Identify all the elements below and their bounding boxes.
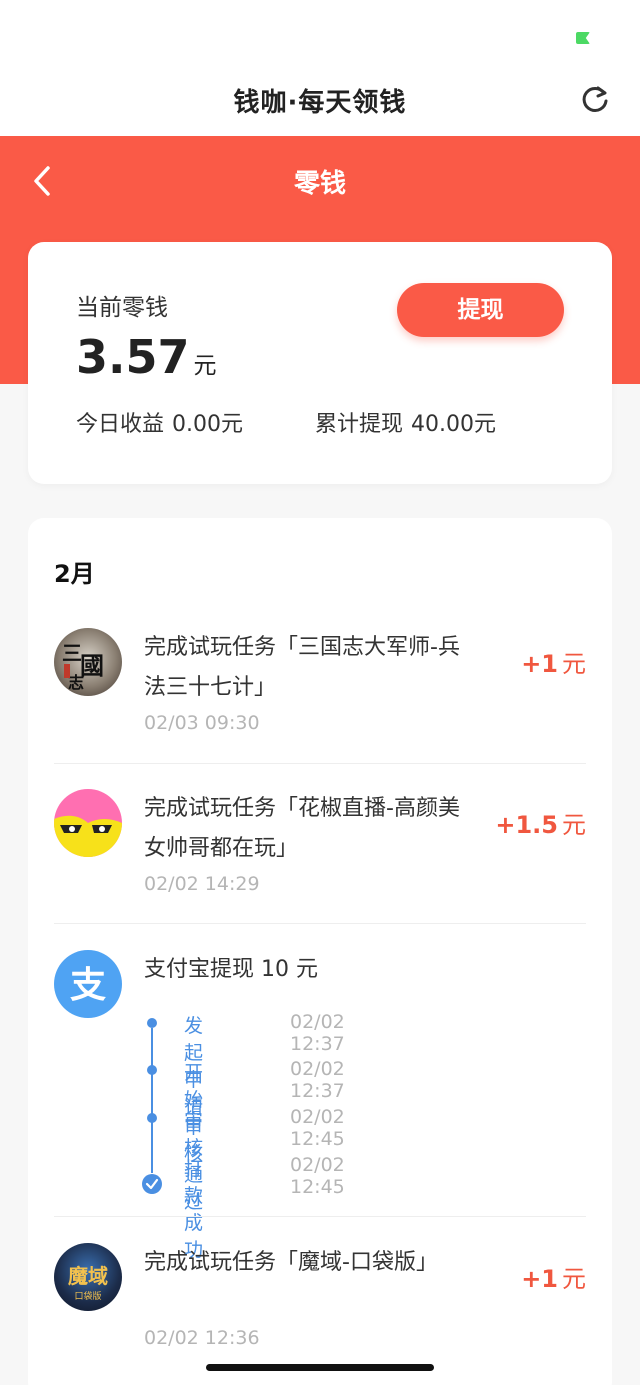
status-bar [0, 0, 640, 70]
balance-card: 当前零钱 3.57 元 提现 今日收益 0.00元 累计提现 40.00元 [28, 242, 612, 484]
record-time: 02/02 14:29 [144, 873, 260, 895]
record-title: 支付宝提现 10 元 [144, 957, 318, 982]
record-amount: +1 元 [521, 1259, 586, 1294]
moyu-game-icon: 魔域 口袋版 [54, 1243, 122, 1311]
balance-unit: 元 [193, 353, 217, 379]
list-item[interactable]: 魔域 口袋版 完成试玩任务「魔域-口袋版」 02/02 12:36 +1 元 [54, 1243, 586, 1363]
huajiao-live-icon [54, 789, 122, 857]
today-earnings-label: 今日收益 [76, 412, 165, 437]
today-earnings-value: 0.00元 [172, 412, 244, 437]
svg-text:口袋版: 口袋版 [74, 1290, 101, 1302]
record-title: 完成试玩任务「三国志大军师-兵法三十七计」 [144, 635, 460, 700]
timeline-step-time: 02/02 12:45 [290, 1154, 345, 1198]
timeline-dot [147, 1113, 157, 1123]
timeline-dot [147, 1065, 157, 1075]
timeline-dot [147, 1018, 157, 1028]
balance-value: 3.57 [76, 330, 190, 384]
sanguozhi-game-icon: 三 國 志 [54, 628, 122, 696]
record-amount-value: +1 [521, 1265, 558, 1293]
divider [54, 1216, 586, 1217]
record-amount: +1 元 [521, 644, 586, 679]
svg-text:志: 志 [68, 673, 84, 692]
balance-label: 当前零钱 [76, 295, 168, 321]
page-title: 零钱 [293, 169, 346, 199]
record-amount-value: +1.5 [495, 811, 558, 839]
record-amount-unit: 元 [562, 1265, 586, 1293]
divider [54, 763, 586, 764]
svg-text:三: 三 [62, 641, 82, 665]
list-item[interactable]: 三 國 志 完成试玩任务「三国志大军师-兵法三十七计」 02/03 09:30 … [54, 628, 586, 748]
checkmark-icon [142, 1174, 162, 1194]
record-amount: +1.5 元 [495, 805, 586, 840]
svg-text:魔域: 魔域 [68, 1264, 108, 1288]
alipay-icon: 支 [54, 950, 122, 1018]
record-amount-value: +1 [521, 650, 558, 678]
records-card: 2月 三 國 志 完成试玩任务「三国志大军师-兵法三十七计」 02/03 09:… [28, 518, 612, 1385]
month-header: 2月 [54, 560, 95, 588]
list-item[interactable]: 完成试玩任务「花椒直播-高颜美女帅哥都在玩」 02/02 14:29 +1.5 元 [54, 789, 586, 909]
record-amount-unit: 元 [562, 650, 586, 678]
total-withdrawn: 累计提现 40.00元 [315, 406, 496, 438]
home-indicator [206, 1364, 434, 1371]
timeline-step-time: 02/02 12:37 [290, 1058, 345, 1102]
record-title: 完成试玩任务「魔域-口袋版」 [144, 1250, 438, 1275]
timeline-step-time: 02/02 12:45 [290, 1106, 345, 1150]
total-withdrawn-value: 40.00元 [411, 412, 496, 437]
timeline-line [151, 1028, 153, 1173]
battery-icon [576, 32, 590, 44]
divider [54, 923, 586, 924]
list-item[interactable]: 支 支付宝提现 10 元 发起申请 02/02 12:37 开始审核 02/02… [54, 950, 586, 1261]
record-amount-unit: 元 [562, 811, 586, 839]
app-title: 钱咖·每天领钱 [233, 88, 407, 118]
app-bar: 钱咖·每天领钱 [0, 70, 640, 136]
balance-amount: 3.57 元 [76, 330, 217, 384]
today-earnings: 今日收益 0.00元 [76, 406, 243, 438]
svg-text:支: 支 [70, 965, 106, 1006]
timeline-step-time: 02/02 12:37 [290, 1011, 345, 1055]
total-withdrawn-label: 累计提现 [315, 412, 404, 437]
record-time: 02/03 09:30 [144, 712, 260, 734]
record-title: 完成试玩任务「花椒直播-高颜美女帅哥都在玩」 [144, 796, 460, 861]
refresh-icon[interactable] [580, 84, 610, 114]
record-time: 02/02 12:36 [144, 1327, 260, 1349]
withdraw-button[interactable]: 提现 [397, 283, 564, 337]
